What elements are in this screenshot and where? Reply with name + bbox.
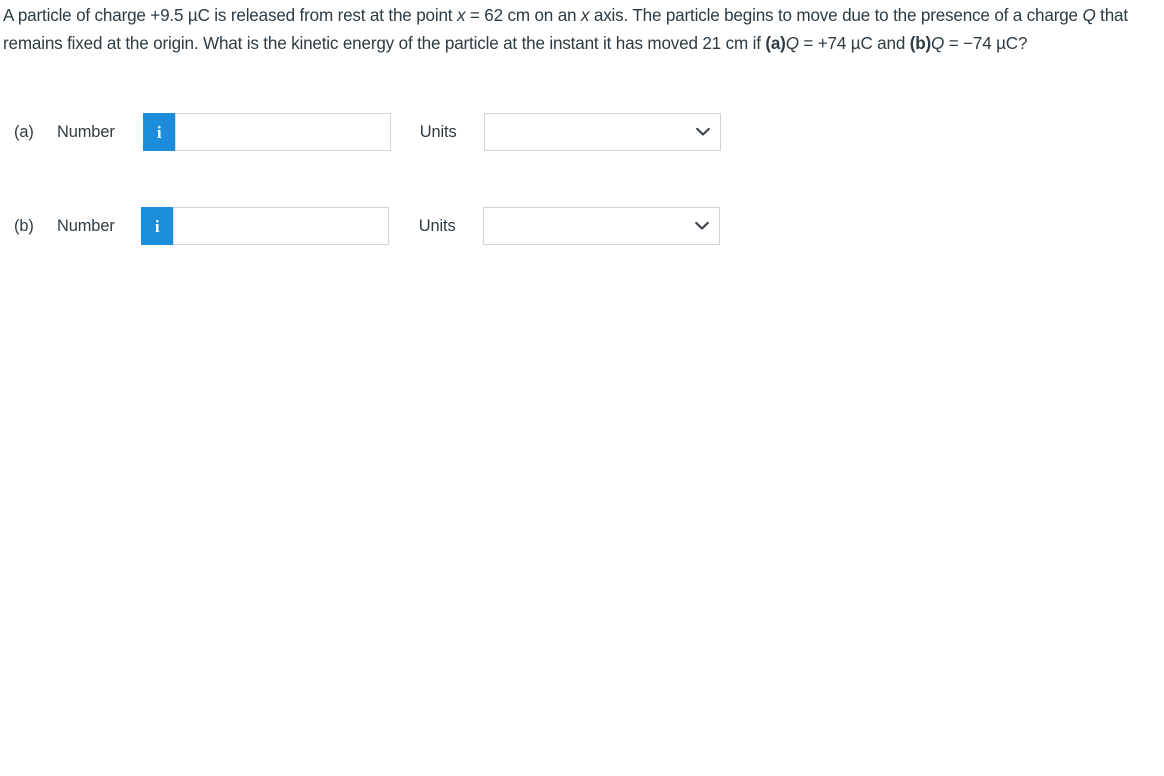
question-text-segment: = 62 cm on an	[465, 6, 581, 25]
part-label-a: (a)	[14, 122, 34, 141]
question-statement: A particle of charge +9.5 µC is released…	[3, 2, 1164, 58]
answer-row-a: (a) Number i Units	[0, 112, 721, 152]
number-input-a[interactable]	[174, 113, 391, 151]
number-input-group-a: i	[142, 113, 391, 151]
units-select-wrap-b	[482, 207, 720, 245]
question-text-segment: = −74 µC?	[944, 34, 1028, 53]
question-text-segment: Q	[1082, 6, 1096, 25]
info-icon[interactable]: i	[142, 113, 175, 151]
question-text-segment: (a)	[765, 34, 786, 53]
question-text-segment: axis. The particle begins to move due to…	[589, 6, 1083, 25]
units-select-wrap-a	[483, 113, 721, 151]
number-input-group-b: i	[140, 207, 389, 245]
units-label-b: Units	[418, 216, 456, 235]
number-input-b[interactable]	[172, 207, 389, 245]
units-label-a: Units	[419, 122, 457, 141]
number-label-a: Number	[57, 122, 115, 141]
question-text-segment: = +74 µC and	[798, 34, 910, 53]
answer-row-b: (b) Number i Units	[0, 206, 720, 246]
units-select-b[interactable]	[482, 207, 720, 245]
number-label-b: Number	[57, 216, 115, 235]
question-text-segment: (b)	[909, 34, 932, 53]
question-text-segment: Q	[931, 34, 945, 53]
part-label-b: (b)	[14, 216, 34, 235]
units-select-a[interactable]	[483, 113, 721, 151]
question-text-segment: A particle of charge +9.5 µC is released…	[3, 6, 457, 25]
info-icon[interactable]: i	[140, 207, 173, 245]
question-text-segment: Q	[785, 34, 799, 53]
